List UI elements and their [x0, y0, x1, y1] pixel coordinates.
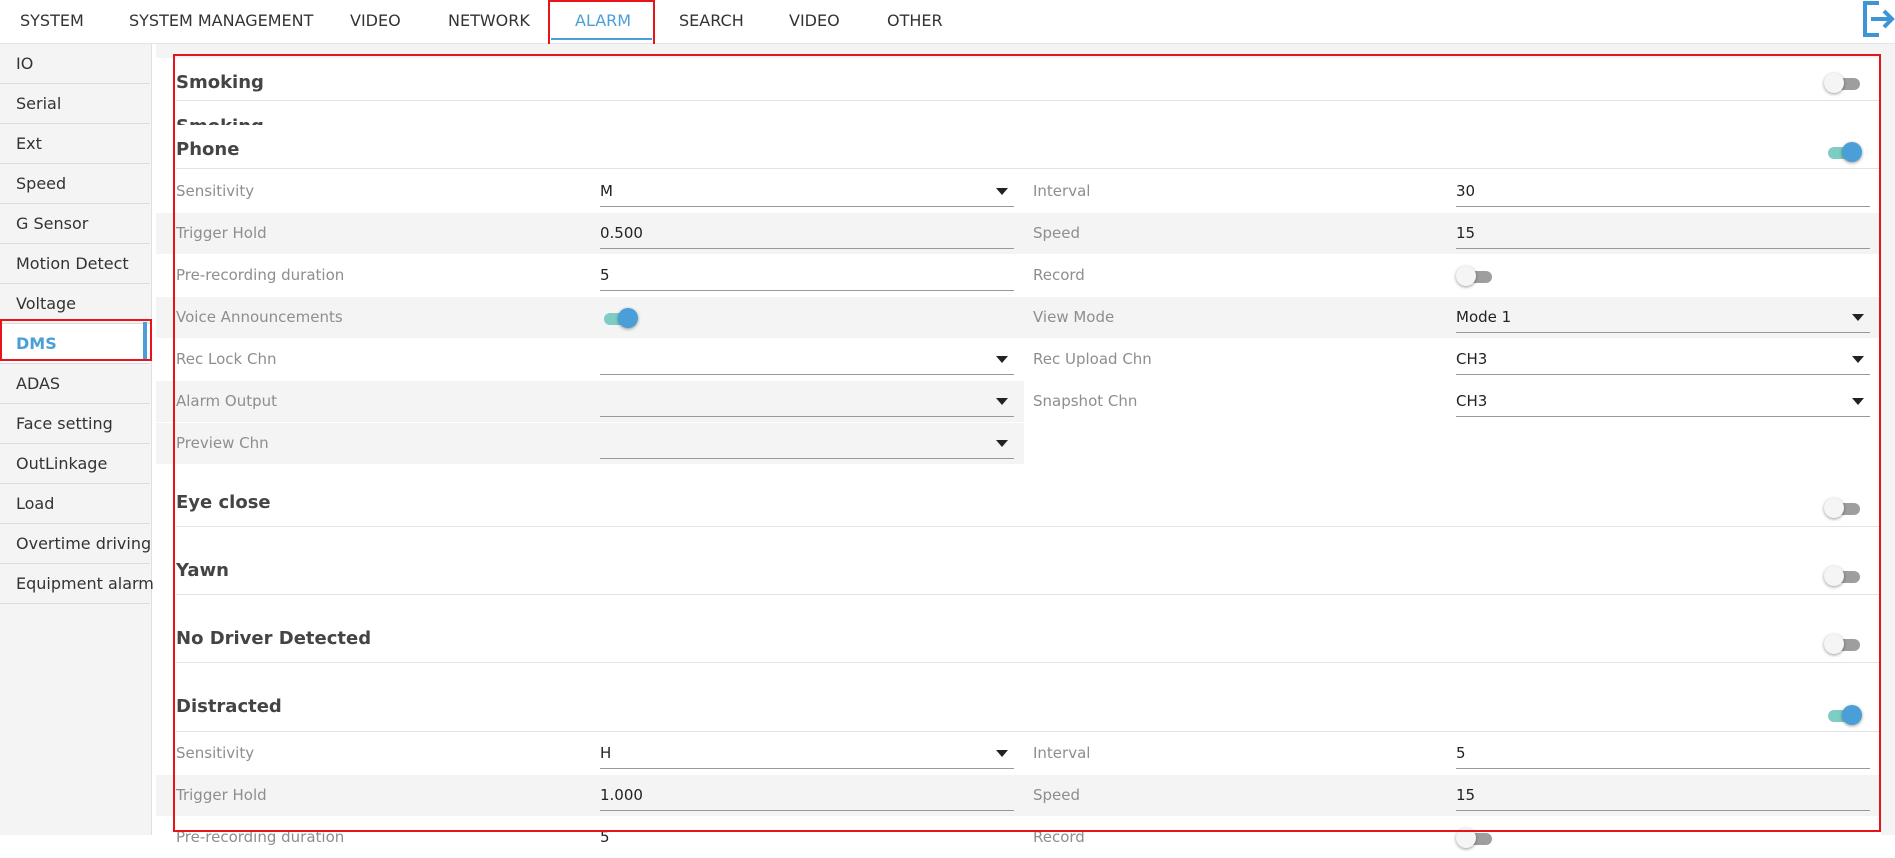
- sidebar-item-g-sensor[interactable]: G Sensor: [0, 204, 150, 244]
- top-navigation: SYSTEM SYSTEM MANAGEMENT VIDEO NETWORK A…: [0, 0, 1895, 44]
- tab-video-2[interactable]: VIDEO: [789, 0, 840, 42]
- smoking-header: [156, 58, 1881, 159]
- tab-system-management[interactable]: SYSTEM MANAGEMENT: [129, 0, 313, 42]
- sidebar-item-motion-detect[interactable]: Motion Detect: [0, 244, 150, 284]
- dms-settings-panel: Smoking: [156, 44, 1895, 835]
- active-tab-indicator: [551, 38, 652, 40]
- sidebar-item-face-setting[interactable]: Face setting: [0, 404, 150, 444]
- sidebar-item-voltage[interactable]: Voltage: [0, 284, 150, 324]
- sidebar-item-dms[interactable]: DMS: [0, 324, 150, 364]
- sidebar-item-ext[interactable]: Ext: [0, 124, 150, 164]
- sidebar-item-outlinkage[interactable]: OutLinkage: [0, 444, 150, 484]
- sidebar-item-speed[interactable]: Speed: [0, 164, 150, 204]
- sidebar-item-io[interactable]: IO: [0, 44, 150, 84]
- eye-close-section: [156, 520, 1881, 578]
- sidebar-item-overtime-driving[interactable]: Overtime driving: [0, 524, 151, 564]
- sidebar-item-load[interactable]: Load: [0, 484, 150, 524]
- yawn-section: [156, 588, 1881, 646]
- phone-section: [156, 167, 1881, 512]
- tab-network[interactable]: NETWORK: [448, 0, 530, 42]
- logout-button[interactable]: [1857, 0, 1895, 40]
- sidebar-active-indicator: [143, 322, 147, 360]
- sidebar-item-adas[interactable]: ADAS: [0, 364, 150, 404]
- sidebar: IO Serial Ext Speed G Sensor Motion Dete…: [0, 44, 154, 835]
- tab-alarm[interactable]: ALARM: [575, 0, 631, 42]
- sidebar-item-equipment-alarm[interactable]: Equipment alarm: [0, 564, 154, 604]
- tab-other[interactable]: OTHER: [887, 0, 943, 42]
- tab-search[interactable]: SEARCH: [679, 0, 744, 42]
- sidebar-item-serial[interactable]: Serial: [0, 84, 150, 124]
- no-driver-section: [156, 656, 1881, 714]
- distracted-section: [156, 724, 1881, 835]
- tab-system[interactable]: SYSTEM: [20, 0, 84, 42]
- logout-icon: [1863, 1, 1895, 37]
- tab-video[interactable]: VIDEO: [350, 0, 401, 42]
